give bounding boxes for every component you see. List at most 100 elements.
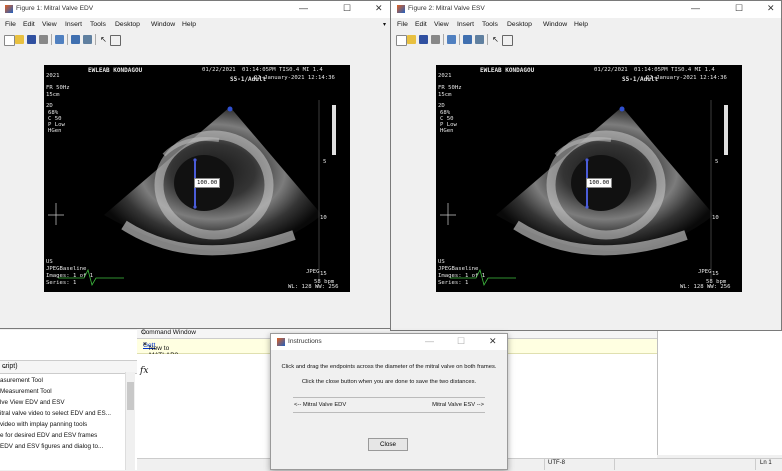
edv-direction-label: <-- Mitral Valve EDV <box>294 402 347 408</box>
close-icon[interactable]: ✕ <box>489 336 497 347</box>
chevron-down-icon[interactable]: ⌄ <box>2 362 132 370</box>
figure-title: Figure 2: Mitral Valve ESV <box>408 5 485 12</box>
images-label: Images: 1 of 1 <box>438 273 486 279</box>
link-plot-icon[interactable] <box>447 35 456 44</box>
instructions-dialog: Instructions — ☐ ✕ Click and drag the en… <box>270 333 508 470</box>
matlab-icon <box>397 5 405 13</box>
probe-label: S5-1/Adult <box>230 76 267 83</box>
toolbar-separator <box>487 34 488 45</box>
menu-insert[interactable]: Insert <box>457 21 474 28</box>
file-details-header[interactable]: cript) ⌄ <box>0 360 137 374</box>
status-divider <box>755 458 756 470</box>
divider <box>293 412 485 413</box>
menu-file[interactable]: File <box>5 21 16 28</box>
series-label: Series: 1 <box>438 280 469 286</box>
save-icon[interactable] <box>419 35 428 44</box>
pointer-icon[interactable]: ↖ <box>99 35 108 44</box>
scale-tick: 10 <box>320 215 327 221</box>
pointer-icon[interactable]: ↖ <box>491 35 500 44</box>
menu-insert[interactable]: Insert <box>65 21 82 28</box>
echo-image-edv[interactable]: EWLEAB KONDAGOU 2021 01/22/2021 01:14:05… <box>44 65 350 292</box>
menu-help[interactable]: Help <box>182 21 196 28</box>
dialog-title: Instructions <box>288 338 322 345</box>
menu-edit[interactable]: Edit <box>23 21 35 28</box>
open-file-icon[interactable] <box>407 35 416 44</box>
list-item[interactable]: itral valve video to select EDV and ES..… <box>0 408 125 419</box>
tis-label: TIS0.4 MI 1.4 <box>671 67 715 73</box>
probe-label: S5-1/Adult <box>622 76 659 83</box>
jpeg-label: JPEG <box>698 269 712 275</box>
scale-tick: 15 <box>712 271 719 277</box>
menu-window[interactable]: Window <box>543 21 567 28</box>
new-figure-icon[interactable] <box>396 35 407 46</box>
list-item[interactable]: EDV and ESV figures and dialog to... <box>0 441 125 452</box>
divider <box>293 397 485 398</box>
figure-window-esv: Figure 2: Mitral Valve ESV — ☐ ✕ File Ed… <box>390 0 782 331</box>
figure-titlebar: Figure 1: Mitral Valve EDV — ☐ ✕ <box>0 1 390 18</box>
function-browser-icon[interactable]: fx <box>140 366 148 376</box>
script-outline-list: asurement Tool Measurement Tool lve View… <box>0 375 125 452</box>
menu-tools[interactable]: Tools <box>482 21 498 28</box>
close-icon[interactable]: ✕ <box>767 3 775 14</box>
menu-desktop[interactable]: Desktop <box>115 21 140 28</box>
toolbar-separator <box>95 34 96 45</box>
figure-title: Figure 1: Mitral Valve EDV <box>16 5 94 12</box>
menu-tools[interactable]: Tools <box>90 21 106 28</box>
figure-toolbar: ↖ <box>391 32 781 48</box>
colorbar-icon[interactable] <box>463 35 472 44</box>
menu-file[interactable]: File <box>397 21 408 28</box>
dock-icon[interactable] <box>502 35 513 46</box>
menu-view[interactable]: View <box>42 21 57 28</box>
close-icon[interactable]: ✕ <box>375 3 383 14</box>
print-icon[interactable] <box>431 35 440 44</box>
compression-label: JPEGBaseline <box>46 266 87 272</box>
menu-desktop[interactable]: Desktop <box>507 21 532 28</box>
param-freq: HGen <box>48 128 62 134</box>
minimize-icon[interactable]: — <box>299 3 308 13</box>
menubar-overflow-icon[interactable]: ▾ <box>383 21 386 28</box>
list-item[interactable]: Measurement Tool <box>0 386 125 397</box>
maximize-icon[interactable]: ☐ <box>735 3 743 14</box>
print-icon[interactable] <box>39 35 48 44</box>
matlab-icon <box>277 338 285 346</box>
scale-tick: 5 <box>715 159 719 165</box>
depth-label: 15cm <box>46 92 60 98</box>
distance-label[interactable]: 100.00 <box>194 178 221 188</box>
list-item[interactable]: lve View EDV and ESV <box>0 397 125 408</box>
scale-tick: 5 <box>323 159 327 165</box>
modality-label: US <box>46 259 53 265</box>
series-label: Series: 1 <box>46 280 77 286</box>
list-item[interactable]: video with implay panning tools <box>0 419 125 430</box>
colorbar-icon[interactable] <box>71 35 80 44</box>
list-item[interactable]: e for desired EDV and ESV frames <box>0 430 125 441</box>
legend-icon[interactable] <box>475 35 484 44</box>
open-file-icon[interactable] <box>15 35 24 44</box>
menu-view[interactable]: View <box>434 21 449 28</box>
minimize-icon[interactable]: — <box>691 3 700 13</box>
new-figure-icon[interactable] <box>4 35 15 46</box>
status-divider <box>544 458 545 470</box>
toolbar-separator <box>459 34 460 45</box>
distance-label[interactable]: 100.00 <box>586 178 613 188</box>
tis-label: TIS0.4 MI 1.4 <box>279 67 323 73</box>
echo-image-esv[interactable]: EWLEAB KONDAGOU 2021 01/22/2021 01:14:05… <box>436 65 742 292</box>
legend-icon[interactable] <box>83 35 92 44</box>
menu-help[interactable]: Help <box>574 21 588 28</box>
link-plot-icon[interactable] <box>55 35 64 44</box>
menu-window[interactable]: Window <box>151 21 175 28</box>
dock-icon[interactable] <box>110 35 121 46</box>
matlab-icon <box>5 5 13 13</box>
list-scrollbar[interactable] <box>125 372 135 470</box>
toolbar-separator <box>443 34 444 45</box>
hospital-label: EWLEAB KONDAGOU <box>480 67 535 74</box>
time-label: 01:14:05PM <box>634 67 668 73</box>
minimize-icon: — <box>425 336 434 346</box>
save-icon[interactable] <box>27 35 36 44</box>
figure-toolbar: ↖ <box>0 32 390 48</box>
list-item[interactable]: asurement Tool <box>0 375 125 386</box>
maximize-icon[interactable]: ☐ <box>343 3 351 14</box>
close-button[interactable]: Close <box>368 438 408 451</box>
scale-tick: 10 <box>712 215 719 221</box>
scrollbar-thumb[interactable] <box>127 382 134 410</box>
menu-edit[interactable]: Edit <box>415 21 427 28</box>
